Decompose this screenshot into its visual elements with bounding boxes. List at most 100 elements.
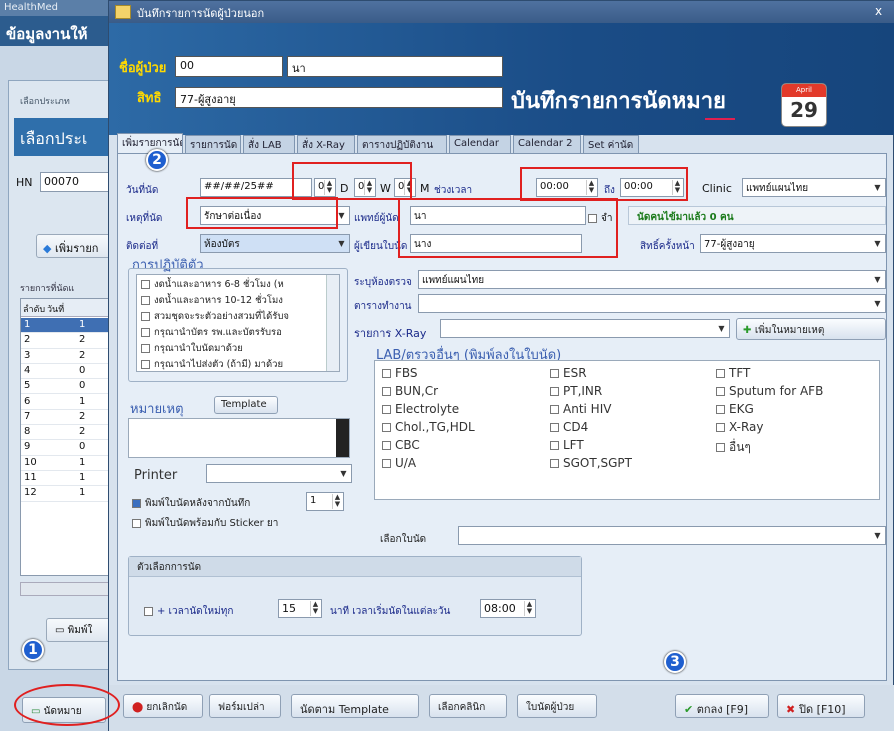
contact-select[interactable]: ห้องบัตร ▼ — [200, 234, 350, 253]
horizontal-scrollbar[interactable] — [20, 582, 120, 596]
choose-slip-select[interactable]: ▼ — [458, 526, 886, 545]
chevron-down-icon[interactable]: ▼ — [872, 529, 883, 542]
lab-checkbox[interactable]: TFT — [716, 366, 750, 380]
table-row[interactable]: 50 — [21, 379, 121, 395]
tab-3[interactable]: สั่ง LAB — [243, 135, 295, 153]
appointment-table[interactable]: ลำดับ วันที่ 1 1 2 2 3 2 4 0 5 0 6 1 7 2 8 2 9 0 10 1 11 1 12 1 — [20, 298, 121, 576]
chevron-down-icon[interactable]: ▼ — [872, 273, 883, 286]
checkbox-icon[interactable] — [550, 441, 559, 450]
checkbox-icon[interactable] — [550, 387, 559, 396]
start-time-input[interactable]: 08:00 ▲ ▼ — [480, 599, 536, 618]
practice-item[interactable]: กรุณานำใบนัดมาด้วย — [141, 341, 243, 356]
chevron-down-icon[interactable]: ▼ — [872, 297, 883, 310]
blank-form-button[interactable]: ฟอร์มเปล่า — [209, 694, 281, 718]
tab-4[interactable]: สั่ง X-Ray — [297, 135, 355, 153]
table-row[interactable]: 61 — [21, 395, 121, 410]
checkbox-icon[interactable] — [132, 498, 141, 508]
chevron-down-icon[interactable]: ▼ — [872, 181, 883, 194]
checkbox-icon[interactable] — [382, 459, 391, 468]
lab-checkbox[interactable]: Sputum for AFB — [716, 384, 823, 398]
lab-checkbox[interactable]: BUN,Cr — [382, 384, 438, 398]
tab-6[interactable]: Calendar — [449, 135, 511, 153]
checkbox-icon[interactable] — [382, 423, 391, 432]
tab-7[interactable]: Calendar 2 — [513, 135, 581, 153]
checkbox-icon[interactable] — [716, 387, 725, 396]
lab-checkbox[interactable]: Chol.,TG,HDL — [382, 420, 475, 434]
close-button[interactable]: ✖ ปิด [F10] — [777, 694, 865, 718]
checkbox-icon[interactable] — [141, 328, 150, 337]
add-note-button[interactable]: ✚ เพิ่มในหมายเหตุ — [736, 318, 886, 340]
chevron-down-icon[interactable]: ▼ — [338, 467, 349, 480]
practice-item[interactable]: กรุณานำไปส่งตัว (ถ้ามี) มาด้วย — [141, 357, 283, 371]
cancel-appointment-button[interactable]: ⬤ ยกเลิกนัด — [123, 694, 203, 718]
chevron-down-icon[interactable]: ▼ — [872, 237, 883, 250]
chevron-down-icon[interactable]: ▼ — [716, 322, 727, 335]
lab-checkbox[interactable]: FBS — [382, 366, 418, 380]
table-row[interactable]: 12 1 — [21, 486, 121, 502]
practice-item[interactable]: สวมชุดจะระตัวอย่างสวมที่ได้รับจ — [141, 309, 289, 324]
practice-item[interactable]: งดน้ำและอาหาร 6-8 ชั่วโมง (ห — [141, 277, 284, 292]
lab-checkbox[interactable]: Anti HIV — [550, 402, 611, 416]
repeat-checkbox[interactable]: + เวลานัดใหม่ทุก — [144, 604, 233, 619]
lab-checkbox[interactable]: ESR — [550, 366, 587, 380]
room-select[interactable]: แพทย์แผนไทย ▼ — [418, 270, 886, 289]
checkbox-icon[interactable] — [382, 387, 391, 396]
choose-clinic-button[interactable]: เลือกคลินิก — [429, 694, 507, 718]
lab-checkbox[interactable]: U/A — [382, 456, 416, 470]
practice-scrollbar[interactable] — [326, 275, 339, 371]
patient-hn-field[interactable]: 00 — [175, 56, 283, 77]
checkbox-icon[interactable] — [132, 518, 141, 528]
table-row[interactable]: 10 1 — [21, 456, 121, 471]
spin-icon[interactable]: ▲ ▼ — [524, 601, 534, 616]
print-copies-input[interactable]: 1 ▲ ▼ — [306, 492, 344, 511]
table-row[interactable]: 11 1 — [21, 471, 121, 487]
practice-item[interactable]: กรุณานำบัตร รพ.และบัตรรับรอ — [141, 325, 282, 340]
spin-icon[interactable]: ▲ ▼ — [310, 601, 320, 616]
checkbox-icon[interactable] — [382, 369, 391, 378]
tab-2[interactable]: รายการนัด — [185, 135, 241, 153]
checkbox-icon[interactable] — [550, 459, 559, 468]
next-right-select[interactable]: 77-ผู้สูงอายุ ▼ — [700, 234, 886, 253]
table-row[interactable]: 22 — [21, 333, 121, 349]
lab-checkbox[interactable]: SGOT,SGPT — [550, 456, 632, 470]
checkbox-icon[interactable] — [141, 280, 150, 289]
template-appointment-button[interactable]: นัดตาม Template — [291, 694, 419, 718]
table-row[interactable]: 11 — [21, 318, 121, 334]
checkbox-icon[interactable] — [716, 369, 725, 378]
table-row[interactable]: 82 — [21, 425, 121, 441]
ok-button[interactable]: ✔ ตกลง [F9] — [675, 694, 769, 718]
spin-icon[interactable]: ▲ ▼ — [332, 494, 342, 509]
print-after-save-checkbox[interactable]: พิมพ์ใบนัดหลังจากบันทึก — [132, 496, 250, 511]
right-field[interactable]: 77-ผู้สูงอายุ — [175, 87, 503, 108]
repeat-minutes-input[interactable]: 15 ▲ ▼ — [278, 599, 322, 618]
template-button[interactable]: Template — [214, 396, 278, 414]
lab-checkbox[interactable]: EKG — [716, 402, 754, 416]
patient-name-field[interactable]: นา — [287, 56, 503, 77]
table-row[interactable]: 32 — [21, 349, 121, 364]
checkbox-icon[interactable] — [382, 441, 391, 450]
schedule-select[interactable]: ▼ — [418, 294, 886, 313]
practice-item[interactable]: งดน้ำและอาหาร 10-12 ชั่วโมง — [141, 293, 283, 308]
print-sticker-checkbox[interactable]: พิมพ์ใบนัดพร้อมกับ Sticker ยา — [132, 516, 278, 531]
table-row[interactable]: 72 — [21, 410, 121, 426]
checkbox-icon[interactable] — [550, 405, 559, 414]
lab-checkbox[interactable]: PT,INR — [550, 384, 602, 398]
tab-8[interactable]: Set ค่านัด — [583, 135, 639, 153]
checkbox-icon[interactable] — [716, 443, 725, 452]
checkbox-icon[interactable] — [550, 423, 559, 432]
checkbox-icon[interactable] — [141, 296, 150, 305]
table-row[interactable]: 40 — [21, 364, 121, 380]
checkbox-icon[interactable] — [141, 312, 150, 321]
note-textarea[interactable] — [128, 418, 350, 458]
lab-checkbox[interactable]: LFT — [550, 438, 584, 452]
lab-checkbox[interactable]: CBC — [382, 438, 420, 452]
chevron-down-icon[interactable]: ▼ — [336, 237, 347, 250]
lab-checkbox[interactable]: อื่นๆ — [716, 438, 751, 457]
checkbox-icon[interactable] — [141, 360, 150, 369]
lab-checkbox[interactable]: X-Ray — [716, 420, 763, 434]
appointment-slip-button[interactable]: ใบนัดผู้ป่วย — [517, 694, 597, 718]
table-row[interactable]: 90 — [21, 440, 121, 456]
lab-checkbox[interactable]: Electrolyte — [382, 402, 459, 416]
lab-checkbox[interactable]: CD4 — [550, 420, 588, 434]
tab-5[interactable]: ตารางปฏิบัติงาน — [357, 135, 447, 153]
